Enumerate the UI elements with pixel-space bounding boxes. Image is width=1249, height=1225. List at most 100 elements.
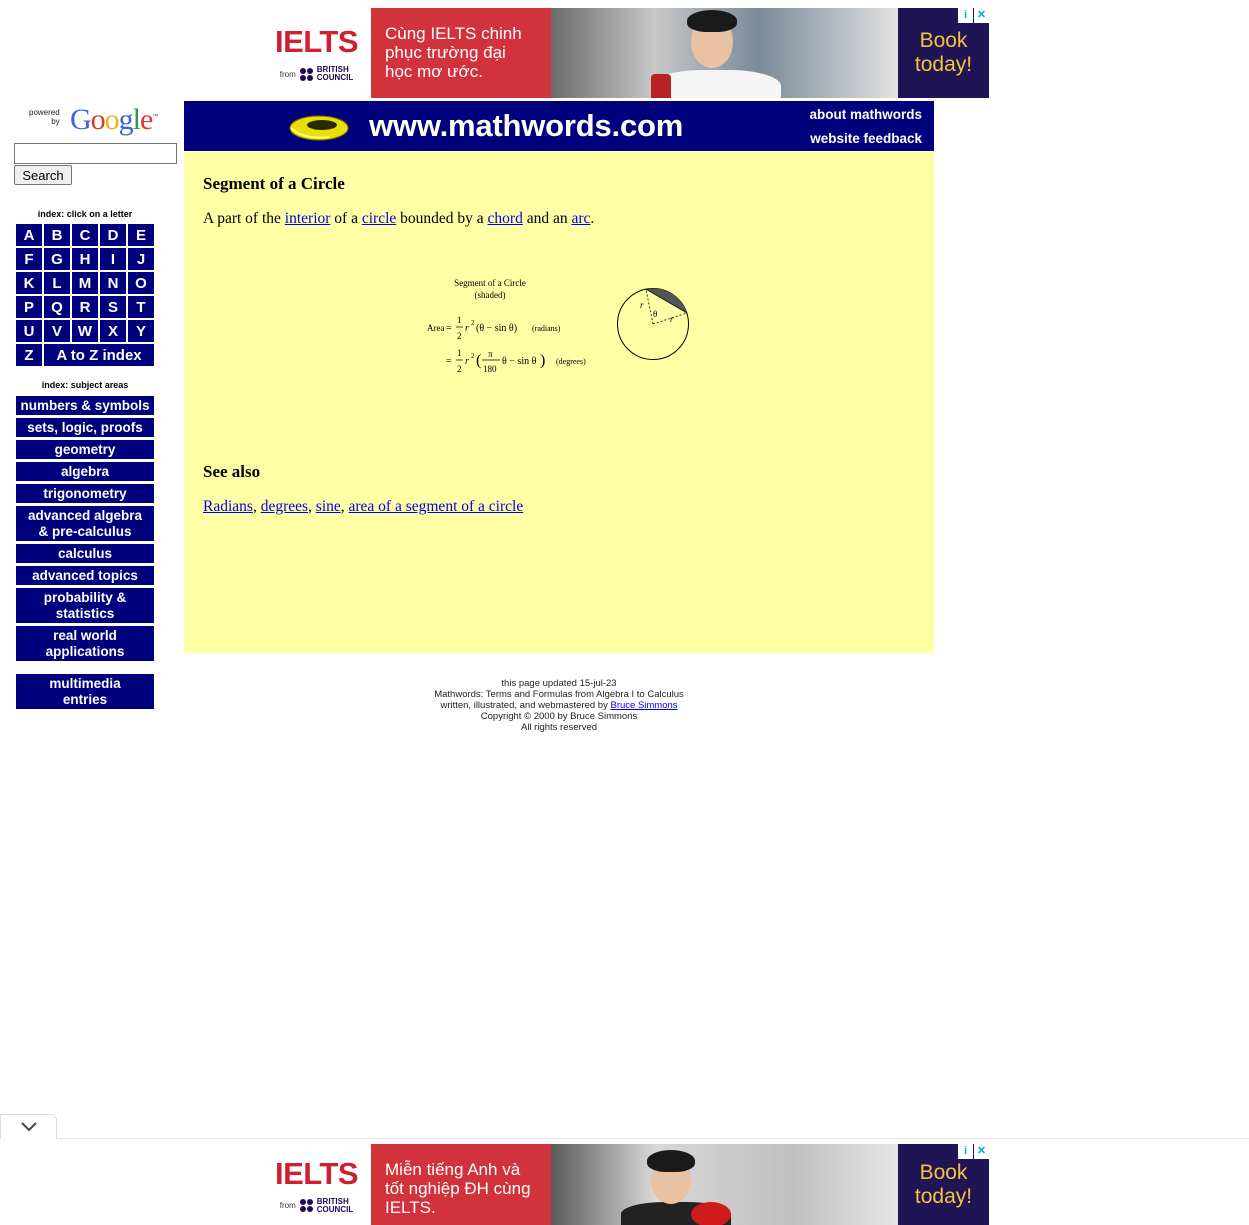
subject-probability-statistics[interactable]: probability & statistics [16,588,154,623]
subject-geometry[interactable]: geometry [16,440,154,459]
letter-l[interactable]: L [44,272,70,294]
svg-text:=: = [446,356,452,367]
see-also-links: Radians, degrees, sine, area of a segmen… [203,498,524,515]
svg-text:r: r [670,314,674,324]
letter-g[interactable]: G [44,248,70,270]
author-link[interactable]: Bruce Simmons [610,700,677,711]
link-area-of-segment[interactable]: area of a segment of a circle [349,498,524,515]
svg-text:2: 2 [471,352,475,360]
search-input[interactable] [14,143,177,164]
letter-s[interactable]: S [100,296,126,318]
multimedia-entries-link[interactable]: multimedia entries [16,674,154,709]
letter-x[interactable]: X [100,320,126,342]
letter-p[interactable]: P [16,296,42,318]
letter-e[interactable]: E [128,224,154,246]
formula-degrees: θ − sin θ [502,356,537,367]
link-arc[interactable]: arc [571,210,590,227]
ad-photo [551,8,898,98]
link-circle[interactable]: circle [362,210,396,227]
letter-h[interactable]: H [72,248,98,270]
letter-z[interactable]: Z [16,344,42,366]
ad-from-label: from [279,69,296,79]
subject-index-title: index: subject areas [41,380,129,390]
subject-real-world[interactable]: real world applications [16,626,154,661]
bottom-ad-banner[interactable]: IELTS from BRITISH COUNCIL Miễn tiếng Anh… [262,1144,989,1225]
info-icon[interactable]: i [958,8,973,23]
letter-k[interactable]: K [16,272,42,294]
close-icon[interactable]: ✕ [974,1144,989,1159]
a-to-z-index-link[interactable]: A to Z index [44,344,154,366]
british-council-icon [299,1199,313,1212]
ad-from-label: from [279,1201,296,1210]
rights-text: All rights reserved [520,722,598,733]
letter-q[interactable]: Q [44,296,70,318]
link-sine[interactable]: sine [316,498,341,515]
svg-text:(: ( [476,352,481,369]
top-ad-banner[interactable]: IELTS from BRITISH COUNCIL Cùng IELTS chi… [262,8,989,98]
by-label: by [51,117,60,126]
letter-w[interactable]: W [72,320,98,342]
ad-headline: Cùng IELTS chinh phục trường đại học mơ … [371,8,551,98]
letter-a[interactable]: A [16,224,42,246]
anchor-divider [0,1138,1249,1139]
svg-text:r: r [465,356,469,367]
letter-index-title: index: click on a letter [37,209,133,219]
letter-u[interactable]: U [16,320,42,342]
link-interior[interactable]: interior [285,210,331,227]
chevron-down-icon [20,1122,37,1132]
powered-label: powered [29,108,60,117]
main-content: Segment of a Circle A part of the interi… [184,152,934,653]
letter-c[interactable]: C [72,224,98,246]
about-mathwords-link[interactable]: about mathwords [809,107,922,122]
svg-text:180: 180 [483,364,497,374]
site-url-title[interactable]: www.mathwords.com [369,108,683,144]
google-logo: Google™ [70,103,158,136]
page-footer: this page updated 15-jul-23 Mathwords: T… [384,678,734,733]
subject-advanced-algebra[interactable]: advanced algebra & pre-calculus [16,506,154,541]
letter-index: A B C D E F G H I J K L M N O P Q R S T … [16,224,154,366]
subject-algebra[interactable]: algebra [16,462,154,481]
letter-m[interactable]: M [72,272,98,294]
letter-y[interactable]: Y [128,320,154,342]
letter-b[interactable]: B [44,224,70,246]
letter-v[interactable]: V [44,320,70,342]
radians-label: (radians) [532,324,561,333]
theta-label: θ [653,309,657,319]
letter-i[interactable]: I [100,248,126,270]
svg-text:r: r [465,323,469,334]
svg-text:2: 2 [471,319,475,327]
svg-text:=: = [446,323,452,334]
subject-sets-logic-proofs[interactable]: sets, logic, proofs [16,418,154,437]
partner-line-2: COUNCIL [316,73,354,82]
area-label: Area [427,323,445,333]
info-icon[interactable]: i [958,1144,973,1159]
subject-numbers-symbols[interactable]: numbers & symbols [16,396,154,415]
figure-caption-2: (shaded) [475,290,506,300]
powered-by-google: powered by Google™ [26,103,166,138]
letter-o[interactable]: O [128,272,154,294]
letter-r[interactable]: R [72,296,98,318]
letter-t[interactable]: T [128,296,154,318]
footer-tagline: Mathwords: Terms and Formulas from Algeb… [434,689,684,700]
svg-text:2: 2 [457,331,462,341]
subject-calculus[interactable]: calculus [16,544,154,563]
letter-n[interactable]: N [100,272,126,294]
updated-date: this page updated 15-jul-23 [501,678,617,689]
subject-trigonometry[interactable]: trigonometry [16,484,154,503]
letter-d[interactable]: D [100,224,126,246]
mobius-strip-logo[interactable] [289,112,349,142]
letter-j[interactable]: J [128,248,154,270]
website-feedback-link[interactable]: website feedback [810,131,922,146]
letter-f[interactable]: F [16,248,42,270]
collapse-ad-button[interactable] [0,1114,57,1139]
ad-brand: IELTS [274,24,359,59]
link-chord[interactable]: chord [488,210,523,227]
svg-text:): ) [540,352,545,369]
search-button[interactable]: Search [14,165,72,185]
link-degrees[interactable]: degrees [261,498,308,515]
figure-caption-1: Segment of a Circle [454,278,526,288]
see-also-heading: See also [203,462,261,481]
subject-advanced-topics[interactable]: advanced topics [16,566,154,585]
close-icon[interactable]: ✕ [974,8,989,23]
link-radians[interactable]: Radians [203,498,253,515]
